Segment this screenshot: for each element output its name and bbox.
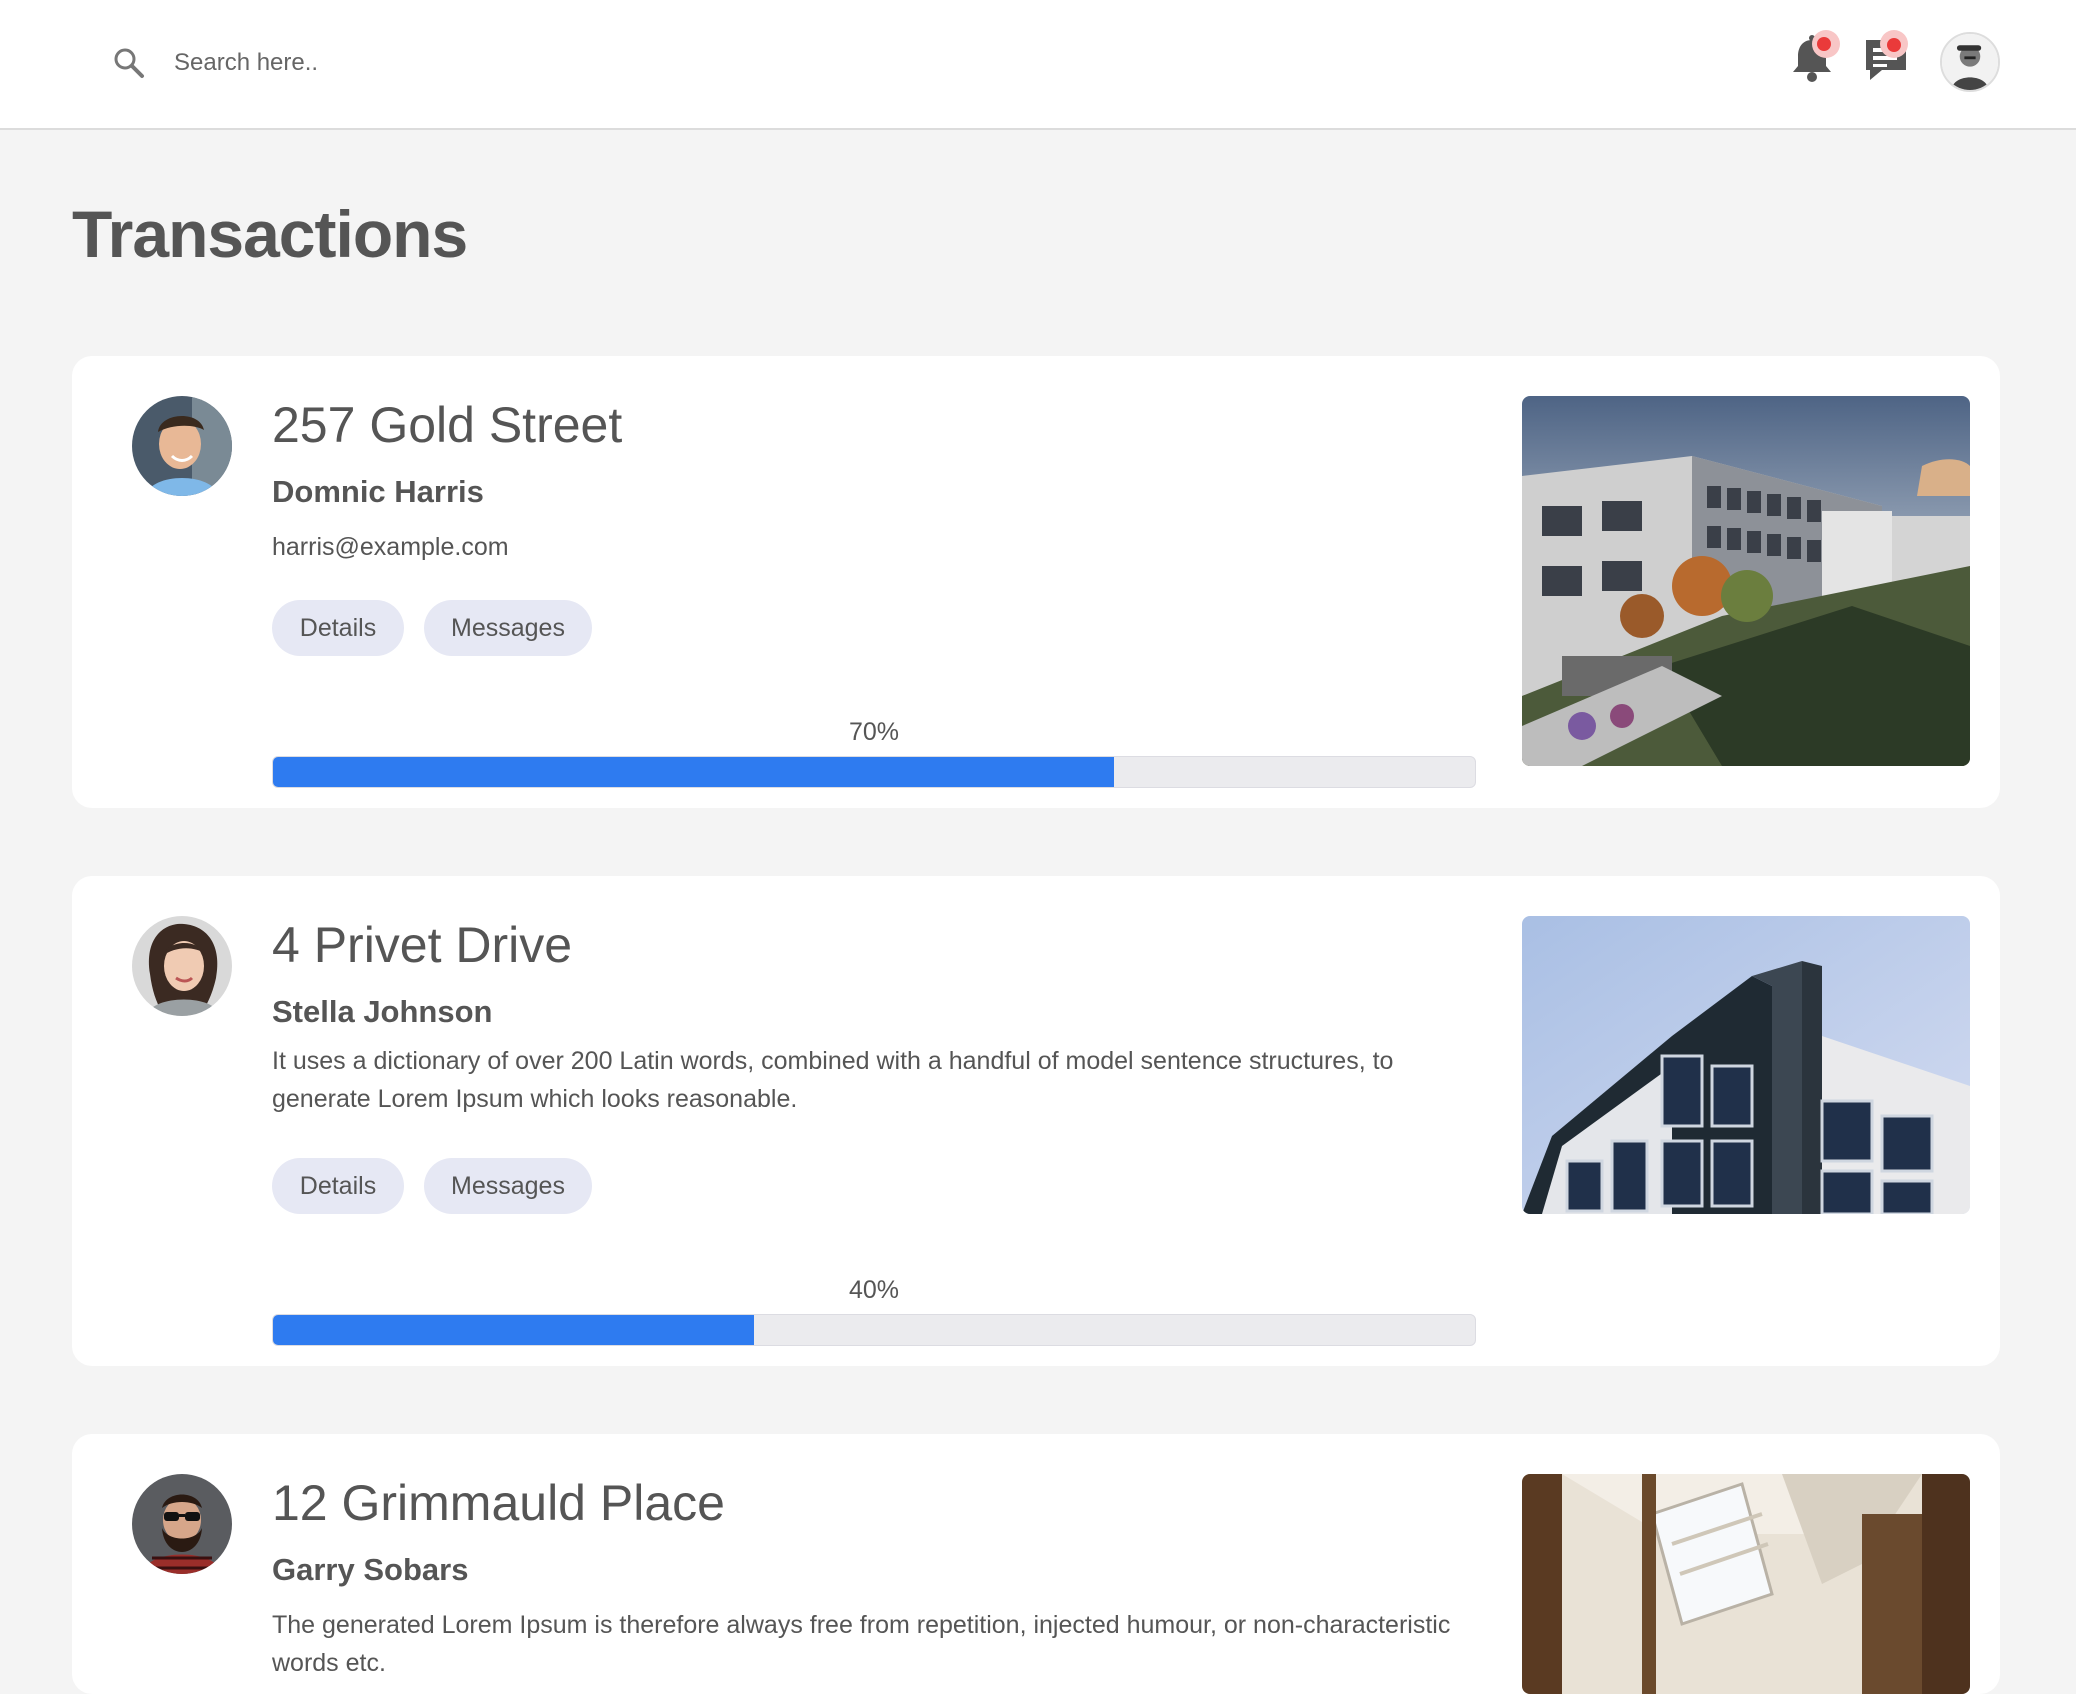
customer-email: harris@example.com <box>272 533 509 561</box>
property-address: 12 Grimmauld Place <box>272 1475 725 1531</box>
property-address: 257 Gold Street <box>272 397 623 453</box>
user-avatar-image <box>1942 34 1998 90</box>
messages-button[interactable]: Messages <box>424 1158 592 1214</box>
progress-bar <box>272 756 1476 788</box>
progress-percent: 70% <box>848 718 900 746</box>
customer-name: Stella Johnson <box>272 994 493 1029</box>
search-icon[interactable] <box>112 46 146 80</box>
page-title: Transactions <box>72 197 468 271</box>
property-photo[interactable] <box>1522 1474 1970 1694</box>
details-button[interactable]: Details <box>272 600 404 656</box>
property-photo[interactable] <box>1522 396 1970 766</box>
messages-button[interactable]: Messages <box>424 600 592 656</box>
user-avatar[interactable] <box>1940 32 2000 92</box>
progress-bar <box>272 1314 1476 1346</box>
top-bar <box>0 0 2076 130</box>
notification-badge <box>1817 37 1831 51</box>
search-input[interactable] <box>172 40 676 86</box>
message-badge <box>1887 38 1901 52</box>
transaction-card: 257 Gold Street Domnic Harris harris@exa… <box>72 356 2000 808</box>
transaction-card: 4 Privet Drive Stella Johnson It uses a … <box>72 876 2000 1366</box>
property-address: 4 Privet Drive <box>272 917 573 973</box>
property-description: It uses a dictionary of over 200 Latin w… <box>272 1047 1394 1113</box>
notifications-button[interactable] <box>1780 28 1844 92</box>
progress-fill <box>273 1315 754 1345</box>
messages-icon-button[interactable] <box>1856 28 1920 92</box>
customer-avatar <box>132 396 232 496</box>
transaction-card: 12 Grimmauld Place Garry Sobars The gene… <box>72 1434 2000 1694</box>
progress-percent: 40% <box>848 1276 900 1304</box>
customer-avatar <box>132 1474 232 1574</box>
customer-name: Domnic Harris <box>272 474 484 509</box>
customer-avatar <box>132 916 232 1016</box>
customer-name: Garry Sobars <box>272 1552 469 1587</box>
progress-fill <box>273 757 1115 787</box>
details-button[interactable]: Details <box>272 1158 404 1214</box>
property-photo[interactable] <box>1522 916 1970 1214</box>
property-description: The generated Lorem Ipsum is therefore a… <box>272 1611 1451 1677</box>
